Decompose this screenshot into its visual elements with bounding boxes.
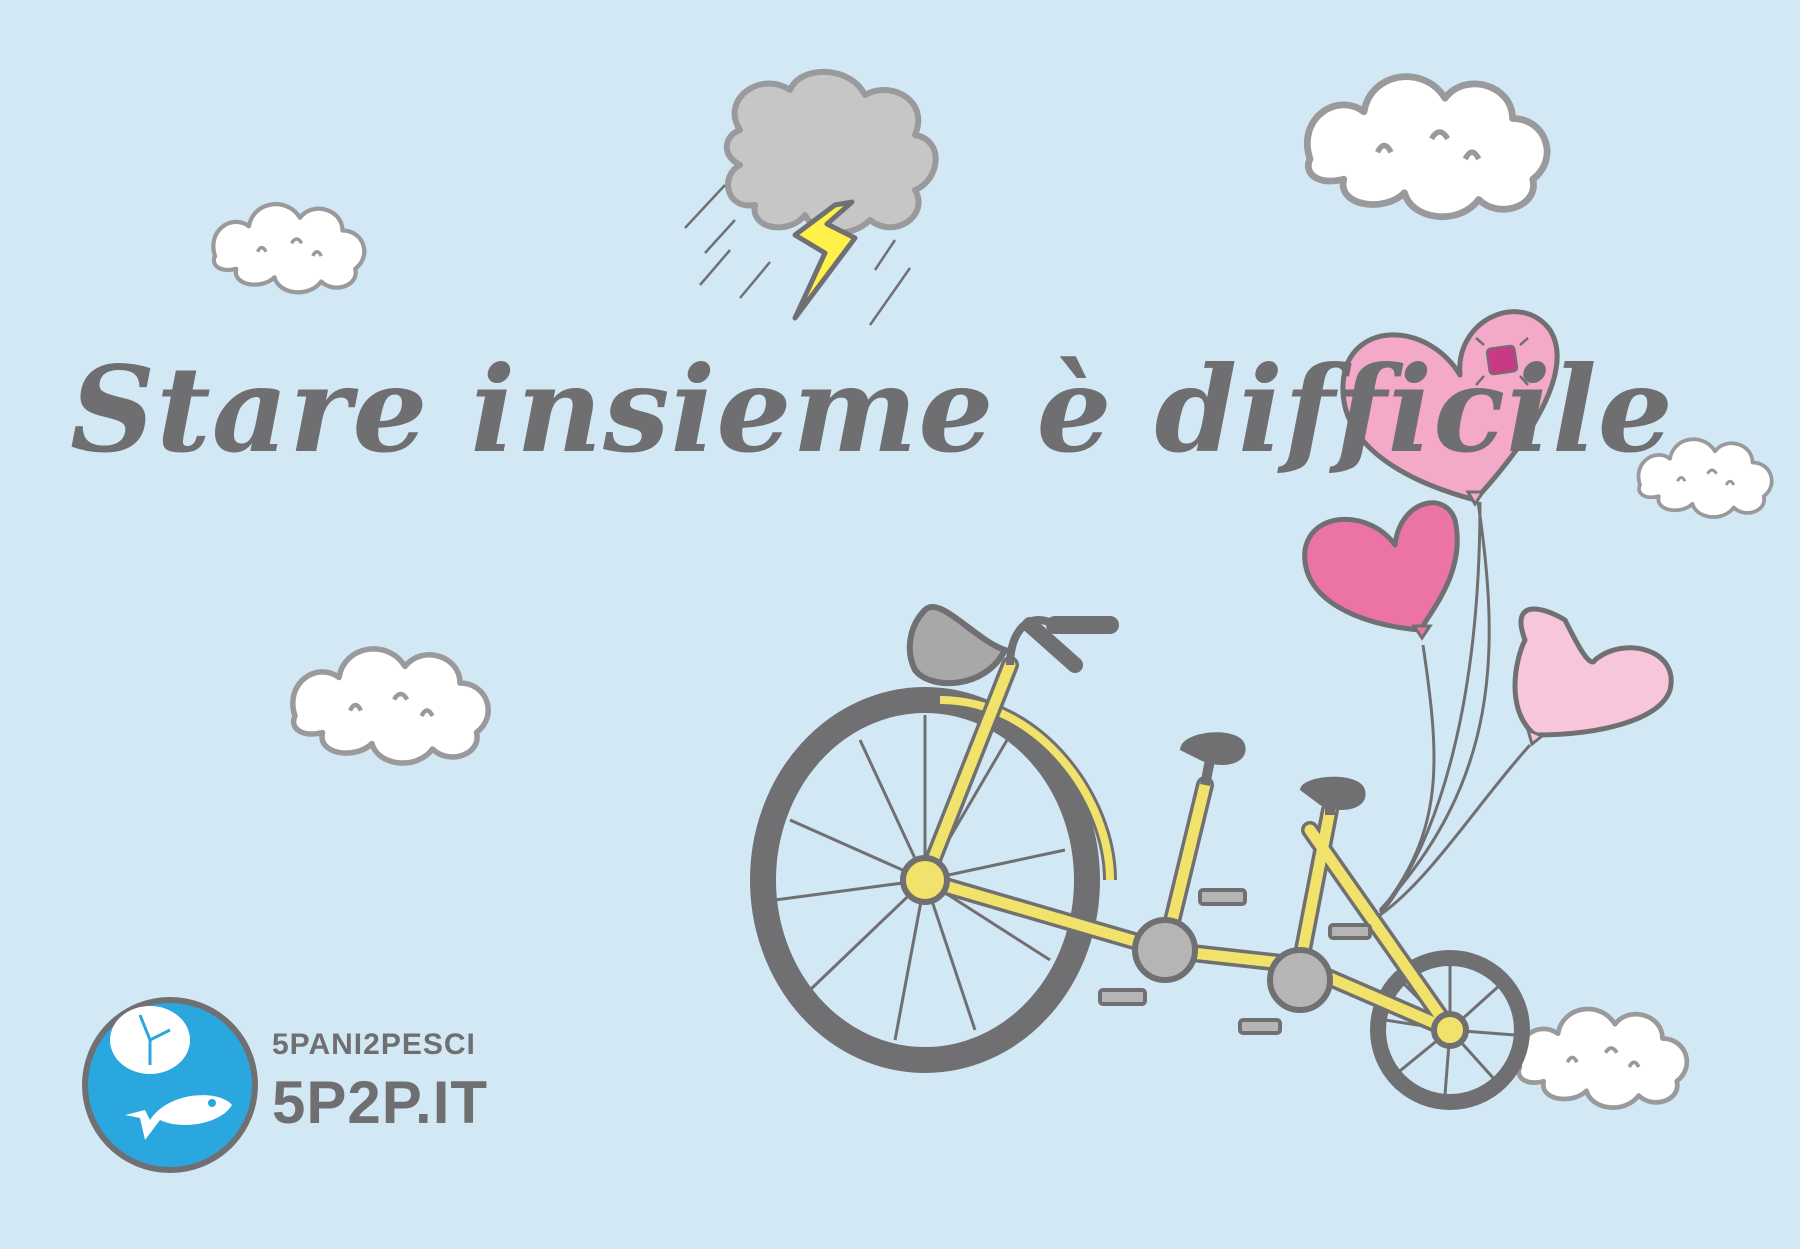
- cloud-icon: [1307, 77, 1547, 217]
- cloud-icon: [1518, 1009, 1687, 1108]
- fish-logo-icon: [82, 997, 258, 1173]
- scene-art: [82, 68, 1774, 1173]
- illustration: Stare insieme è difficile 5PANI2PESCI 5P…: [0, 0, 1800, 1249]
- heart-balloon-icon: [1302, 500, 1460, 641]
- brand-url: 5P2P.IT: [272, 1069, 489, 1136]
- headline: Stare insieme è difficile: [70, 340, 1674, 479]
- bicycle-icon: [750, 604, 1530, 1110]
- heart-balloon-icon: [1512, 606, 1674, 747]
- storm-cloud-icon: [684, 68, 939, 326]
- cloud-icon: [293, 649, 488, 763]
- brand-name: 5PANI2PESCI: [272, 1028, 476, 1061]
- cloud-icon: [213, 204, 364, 292]
